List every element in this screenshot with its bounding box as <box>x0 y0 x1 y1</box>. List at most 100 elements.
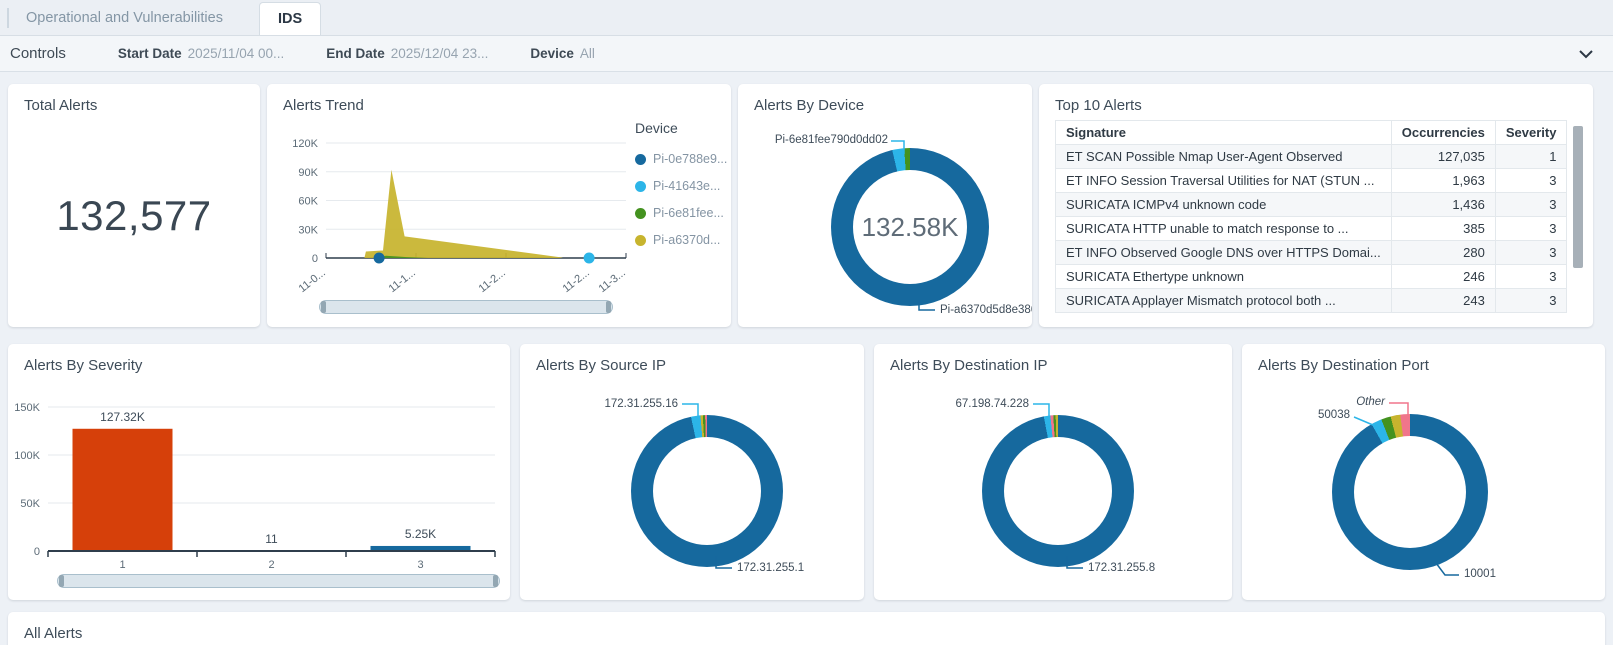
signature-cell: ET SCAN Possible Nmap User-Agent Observe… <box>1055 144 1392 169</box>
device-label: Device <box>530 46 574 61</box>
panel-top-10-alerts: Top 10 Alerts Signature Occurrencies Sever… <box>1039 84 1593 327</box>
start-date-value[interactable]: 2025/11/04 00... <box>188 46 285 61</box>
occurrences-cell: 385 <box>1390 216 1496 241</box>
donut-callout-label: 10001 <box>1464 568 1496 580</box>
legend-item[interactable]: Pi-41643e... <box>635 179 727 193</box>
slider-handle-right[interactable] <box>606 301 611 313</box>
start-date-control[interactable]: Start Date 2025/11/04 00... <box>118 46 284 61</box>
legend-swatch-icon <box>635 234 646 246</box>
occurrences-cell: 1,436 <box>1390 192 1496 217</box>
svg-text:127.32K: 127.32K <box>100 410 145 424</box>
occurrences-cell: 280 <box>1390 240 1496 265</box>
bar-severity-1[interactable] <box>72 428 173 551</box>
svg-text:90K: 90K <box>298 167 318 179</box>
trend-range-slider[interactable] <box>319 300 613 314</box>
panel-alerts-by-destination-port: Alerts By Destination Port 50038 Other 1… <box>1242 344 1605 600</box>
device-value[interactable]: All <box>580 46 595 61</box>
end-date-value[interactable]: 2025/12/04 23... <box>391 46 489 61</box>
slider-handle-right[interactable] <box>493 575 498 587</box>
legend-label: Pi-a6370d... <box>653 233 721 247</box>
svg-text:11: 11 <box>265 532 278 546</box>
donut-callout-label: 172.31.255.16 <box>604 398 678 410</box>
legend-item[interactable]: Pi-0e788e9... <box>635 152 727 166</box>
controls-title: Controls <box>10 45 66 62</box>
panel-alerts-by-source-ip: Alerts By Source IP 172.31.255.16 172.31… <box>520 344 864 600</box>
donut-hole <box>1354 436 1466 548</box>
tab-divider <box>7 8 9 28</box>
svg-text:100K: 100K <box>14 450 40 462</box>
slider-handle-left[interactable] <box>59 575 64 587</box>
tab-ids[interactable]: IDS <box>258 2 322 35</box>
occurrences-cell: 246 <box>1390 264 1496 289</box>
total-alerts-value: 132,577 <box>56 192 212 239</box>
donut-hole <box>653 437 761 545</box>
panel-alerts-trend: Alerts Trend 0 30K 60K 90K 120K 11-0... 11-1..… <box>267 84 731 327</box>
svg-text:11-2...: 11-2... <box>477 267 508 295</box>
svg-text:60K: 60K <box>298 196 318 208</box>
severity-cell: 3 <box>1494 168 1568 193</box>
donut-hole <box>1004 437 1112 545</box>
tab-operational-and-vulnerabilities[interactable]: Operational and Vulnerabilities <box>14 0 235 35</box>
table-row[interactable]: ET INFO Session Traversal Utilities for … <box>1055 168 1568 193</box>
panel-alerts-by-severity: Alerts By Severity 0 50K 100K 150K 127.32K 1 1… <box>8 344 510 600</box>
table-row[interactable]: SURICATA ICMPv4 unknown code 1,436 3 <box>1055 192 1568 217</box>
svg-text:11-1...: 11-1... <box>387 267 418 295</box>
svg-text:0: 0 <box>34 546 40 558</box>
device-control[interactable]: Device All <box>530 46 595 61</box>
svg-text:0: 0 <box>312 253 318 265</box>
signature-cell: SURICATA HTTP unable to match response t… <box>1055 216 1392 241</box>
svg-text:1: 1 <box>119 559 125 571</box>
table-row[interactable]: SURICATA Applayer Mismatch protocol both… <box>1055 288 1568 313</box>
table-row[interactable]: ET SCAN Possible Nmap User-Agent Observe… <box>1055 144 1568 169</box>
signature-cell: SURICATA Applayer Mismatch protocol both… <box>1055 288 1392 313</box>
tab-label: IDS <box>277 11 303 27</box>
column-header-severity[interactable]: Severity <box>1494 120 1568 145</box>
donut-center-value: 132.58K <box>861 211 959 242</box>
legend-item[interactable]: Pi-6e81fee... <box>635 206 727 220</box>
trend-legend: Device Pi-0e788e9... Pi-41643e... Pi-6e81f… <box>635 120 727 260</box>
severity-cell: 3 <box>1494 192 1568 217</box>
donut-callout-label: Other <box>1356 396 1385 408</box>
svg-text:120K: 120K <box>292 138 318 150</box>
controls-bar: Controls Start Date 2025/11/04 00... End… <box>0 36 1613 72</box>
slider-handle-left[interactable] <box>321 301 326 313</box>
severity-cell: 3 <box>1494 288 1568 313</box>
panel-alerts-by-destination-ip: Alerts By Destination IP 67.198.74.228 1… <box>874 344 1232 600</box>
table-row[interactable]: SURICATA Ethertype unknown 246 3 <box>1055 264 1568 289</box>
panel-title: Alerts By Destination Port <box>1258 357 1429 374</box>
legend-title: Device <box>635 120 678 136</box>
table-row[interactable]: SURICATA HTTP unable to match response t… <box>1055 216 1568 241</box>
table-row[interactable]: ET INFO Observed Google DNS over HTTPS D… <box>1055 240 1568 265</box>
alerts-by-severity-chart[interactable]: 050K100K150K127.32K11125.25K3 <box>8 344 510 600</box>
column-header-occurrencies[interactable]: Occurrencies <box>1390 120 1496 145</box>
svg-text:3: 3 <box>417 559 423 571</box>
dashboard-tab-bar: Operational and Vulnerabilities IDS <box>0 0 1613 36</box>
panel-alerts-by-device: Alerts By Device 132.58K Pi-6e81fee790d0… <box>738 84 1032 327</box>
end-date-control[interactable]: End Date 2025/12/04 23... <box>326 46 488 61</box>
column-header-signature[interactable]: Signature <box>1055 120 1392 145</box>
table-scrollbar[interactable] <box>1573 126 1583 268</box>
severity-cell: 3 <box>1494 264 1568 289</box>
donut-callout-label: 67.198.74.228 <box>955 398 1029 410</box>
legend-swatch-icon <box>635 153 646 165</box>
legend-label: Pi-41643e... <box>653 179 721 193</box>
occurrences-cell: 1,963 <box>1390 168 1496 193</box>
signature-cell: SURICATA Ethertype unknown <box>1055 264 1392 289</box>
top-10-alerts-table: Signature Occurrencies Severity ET SCAN Po… <box>1055 120 1568 313</box>
tab-label: Operational and Vulnerabilities <box>26 9 223 26</box>
legend-item[interactable]: Pi-a6370d... <box>635 233 727 247</box>
signature-cell: SURICATA ICMPv4 unknown code <box>1055 192 1392 217</box>
severity-range-slider[interactable] <box>57 574 500 588</box>
legend-swatch-icon <box>635 207 646 219</box>
start-date-label: Start Date <box>117 46 182 61</box>
chevron-down-icon[interactable] <box>1577 46 1595 62</box>
svg-text:2: 2 <box>268 559 274 571</box>
panel-title: All Alerts <box>24 625 83 642</box>
donut-callout-label: 172.31.255.1 <box>737 562 805 574</box>
donut-callout-label: 172.31.255.8 <box>1088 562 1156 574</box>
occurrences-cell: 243 <box>1390 288 1496 313</box>
svg-text:30K: 30K <box>298 224 318 236</box>
panel-title: Top 10 Alerts <box>1055 97 1142 114</box>
occurrences-cell: 127,035 <box>1390 144 1496 169</box>
svg-text:11-3...: 11-3... <box>597 267 628 295</box>
